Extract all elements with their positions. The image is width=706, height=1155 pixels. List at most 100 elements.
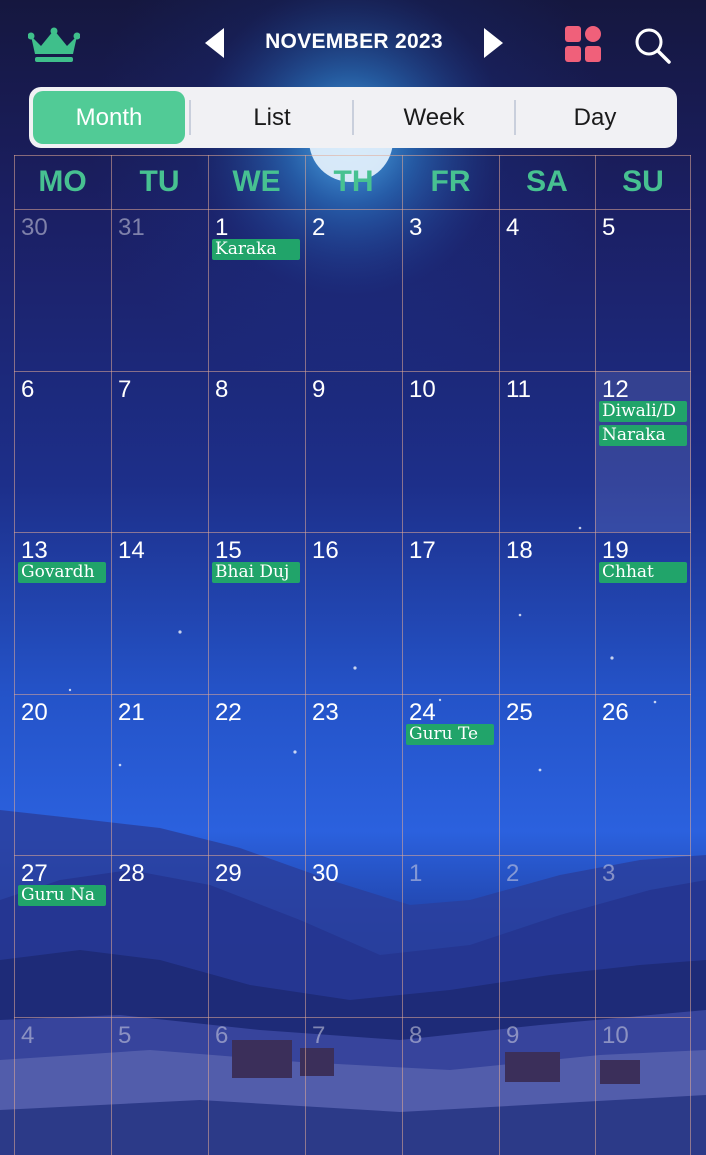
month-title[interactable]: NOVEMBER 2023 xyxy=(240,30,468,54)
tab-month[interactable]: Month xyxy=(33,91,185,144)
day-number: 17 xyxy=(409,537,436,564)
weekday-header: TH xyxy=(333,165,374,198)
next-month-button[interactable] xyxy=(480,26,506,60)
day-number: 21 xyxy=(118,699,145,726)
calendar-day-cell[interactable]: 14 xyxy=(111,532,208,694)
previous-month-button[interactable] xyxy=(202,26,228,60)
calendar-day-cell[interactable]: 12 Diwali/D Naraka xyxy=(595,371,691,532)
day-number: 7 xyxy=(312,1022,326,1049)
tab-day[interactable]: Day xyxy=(516,91,674,144)
calendar-day-cell[interactable]: 8 xyxy=(402,1017,499,1155)
day-number: 15 xyxy=(215,537,242,564)
calendar-day-cell[interactable]: 30 xyxy=(305,855,402,1017)
calendar-day-cell[interactable]: 25 xyxy=(499,694,595,855)
event-chip[interactable]: Naraka xyxy=(599,425,687,446)
event-chip[interactable]: Guru Na xyxy=(18,885,106,906)
calendar-day-cell[interactable]: 10 xyxy=(402,371,499,532)
calendar-day-cell[interactable]: 9 xyxy=(499,1017,595,1155)
grid-line xyxy=(14,532,691,533)
calendar-day-cell[interactable]: 29 xyxy=(208,855,305,1017)
calendar-day-cell[interactable]: 31 xyxy=(111,209,208,371)
calendar-day-cell[interactable]: 11 xyxy=(499,371,595,532)
view-tabs: Month List Week Day xyxy=(29,87,677,148)
calendar-day-cell[interactable]: 16 xyxy=(305,532,402,694)
calendar-day-cell[interactable]: 4 xyxy=(499,209,595,371)
calendar-day-cell[interactable]: 7 xyxy=(111,371,208,532)
grid-line xyxy=(14,855,691,856)
calendar-day-cell[interactable]: 22 xyxy=(208,694,305,855)
month-calendar-grid: MO TU WE TH FR SA SU 30 31 1 Karaka 2 3 4 5 6 7 8 9 10 11 12 D… xyxy=(14,155,691,1155)
event-chip[interactable]: Diwali/D xyxy=(599,401,687,422)
calendar-day-cell[interactable]: 3 xyxy=(402,209,499,371)
search-icon[interactable] xyxy=(632,25,672,65)
calendar-day-cell[interactable]: 21 xyxy=(111,694,208,855)
event-chip[interactable]: Karaka xyxy=(212,239,300,260)
day-number: 28 xyxy=(118,860,145,887)
calendar-day-cell[interactable]: 13 Govardh xyxy=(14,532,111,694)
calendar-day-cell[interactable]: 2 xyxy=(499,855,595,1017)
calendar-day-cell[interactable]: 17 xyxy=(402,532,499,694)
grid-line xyxy=(499,155,500,1155)
grid-line xyxy=(402,155,403,1155)
weekday-header: TU xyxy=(139,165,180,198)
day-number: 7 xyxy=(118,376,132,403)
day-number: 4 xyxy=(506,214,520,241)
calendar-day-cell[interactable]: 2 xyxy=(305,209,402,371)
weekday-header: WE xyxy=(232,165,281,198)
grid-line xyxy=(690,155,691,1155)
grid-line xyxy=(14,371,691,372)
tab-list[interactable]: List xyxy=(192,91,352,144)
calendar-day-cell[interactable]: 7 xyxy=(305,1017,402,1155)
grid-line xyxy=(14,155,15,1155)
calendar-day-cell[interactable]: 18 xyxy=(499,532,595,694)
calendar-day-cell[interactable]: 1 Karaka xyxy=(208,209,305,371)
calendar-day-cell[interactable]: 24 Guru Te xyxy=(402,694,499,855)
day-number: 13 xyxy=(21,537,48,564)
day-number: 10 xyxy=(602,1022,629,1049)
calendar-day-cell[interactable]: 23 xyxy=(305,694,402,855)
crown-icon[interactable] xyxy=(28,27,80,63)
calendar-day-cell[interactable]: 8 xyxy=(208,371,305,532)
day-number: 10 xyxy=(409,376,436,403)
calendar-day-cell[interactable]: 3 xyxy=(595,855,691,1017)
event-chip[interactable]: Bhai Duj xyxy=(212,562,300,583)
calendar-day-cell[interactable]: 5 xyxy=(111,1017,208,1155)
grid-line xyxy=(208,155,209,1155)
calendar-day-cell[interactable]: 4 xyxy=(14,1017,111,1155)
calendar-day-cell[interactable]: 19 Chhat xyxy=(595,532,691,694)
day-number: 9 xyxy=(506,1022,520,1049)
weekday-header: SA xyxy=(526,165,568,198)
calendar-day-cell[interactable]: 10 xyxy=(595,1017,691,1155)
weekday-header: FR xyxy=(430,165,471,198)
event-chip[interactable]: Guru Te xyxy=(406,724,494,745)
calendar-day-cell[interactable]: 27 Guru Na xyxy=(14,855,111,1017)
day-number: 3 xyxy=(602,860,616,887)
calendar-day-cell[interactable]: 6 xyxy=(208,1017,305,1155)
tab-divider xyxy=(189,100,191,135)
event-chip[interactable]: Govardh xyxy=(18,562,106,583)
calendar-day-cell[interactable]: 20 xyxy=(14,694,111,855)
triangle-left-icon xyxy=(205,28,224,58)
calendar-day-cell[interactable]: 30 xyxy=(14,209,111,371)
top-bar: NOVEMBER 2023 xyxy=(0,0,706,88)
day-number: 24 xyxy=(409,699,436,726)
weekday-header: MO xyxy=(38,165,87,198)
apps-grid-icon[interactable] xyxy=(564,25,602,63)
event-chip[interactable]: Chhat xyxy=(599,562,687,583)
day-number: 30 xyxy=(21,214,48,241)
day-number: 2 xyxy=(312,214,326,241)
tab-week[interactable]: Week xyxy=(354,91,514,144)
calendar-day-cell[interactable]: 1 xyxy=(402,855,499,1017)
calendar-day-cell[interactable]: 9 xyxy=(305,371,402,532)
day-number: 20 xyxy=(21,699,48,726)
grid-line xyxy=(14,1017,691,1018)
triangle-right-icon xyxy=(484,28,503,58)
calendar-day-cell[interactable]: 15 Bhai Duj xyxy=(208,532,305,694)
calendar-day-cell[interactable]: 26 xyxy=(595,694,691,855)
calendar-day-cell[interactable]: 6 xyxy=(14,371,111,532)
weekday-header: SU xyxy=(622,165,664,198)
day-number: 5 xyxy=(602,214,616,241)
day-number: 29 xyxy=(215,860,242,887)
calendar-day-cell[interactable]: 28 xyxy=(111,855,208,1017)
calendar-day-cell[interactable]: 5 xyxy=(595,209,691,371)
